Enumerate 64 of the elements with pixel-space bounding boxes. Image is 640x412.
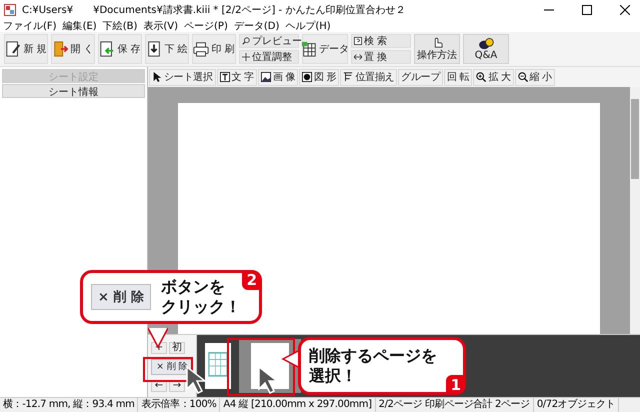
toolbar-button[interactable]: 位置調整 (239, 50, 299, 64)
toolbar-button[interactable]: データ (302, 34, 348, 64)
printer-icon (193, 41, 210, 57)
zoom-in-icon (476, 72, 486, 82)
step-badge: 2 (242, 270, 262, 290)
question-box-icon (354, 37, 362, 45)
toolbar-button[interactable]: Q&A (463, 34, 509, 64)
callout-text: 削除するページを (309, 346, 437, 366)
toolbar-button[interactable]: 検 索 (351, 34, 411, 48)
tool-button[interactable]: 文 字 (216, 68, 257, 86)
tool-button[interactable]: 拡 大 (473, 68, 514, 86)
toolbar-button[interactable]: プレビュー (239, 34, 299, 48)
tool-button[interactable]: グループ (398, 68, 443, 86)
new-document-icon (5, 41, 22, 57)
tool-button[interactable]: 縮 小 (514, 68, 555, 86)
tool-button[interactable]: 回 転 (444, 68, 472, 86)
toolbar-button[interactable]: 保 存 (98, 34, 142, 64)
close-icon[interactable] (620, 4, 630, 14)
tool-button[interactable]: シート選択 (149, 68, 216, 86)
callout-text: クリック！ (160, 297, 241, 317)
menu-item[interactable]: ファイル(F) (3, 18, 57, 32)
tool-button[interactable]: 画 像 (258, 68, 298, 86)
spreadsheet-icon (301, 41, 317, 57)
maximize-icon[interactable] (582, 4, 592, 14)
status-text: 2/2ページ 印刷ページ合計 2ページ (376, 398, 534, 412)
status-text: A4 縦 [210.00mm x 297.00mm] (220, 398, 376, 412)
callout-text: ボタンを (160, 277, 226, 297)
scrollbar[interactable] (630, 87, 640, 334)
status-text: 横：-12.7 mm, 縦：93.4 mm (0, 398, 138, 412)
menu-item[interactable]: 編集(E) (62, 18, 97, 32)
menu-item[interactable]: ヘルプ(H) (285, 18, 331, 32)
toolbar-button[interactable]: 置 換 (351, 50, 411, 64)
toolbar-button[interactable]: 新 規 (4, 34, 48, 64)
swap-arrows-icon (354, 53, 362, 61)
menu-item[interactable]: 下絵(B) (102, 18, 138, 32)
tool-button[interactable]: 図 形 (299, 68, 340, 86)
status-text: 表示倍率：100% (138, 398, 220, 412)
save-document-icon (99, 41, 116, 57)
tool-button[interactable]: 位置揃え (340, 68, 398, 86)
text-box-icon (220, 72, 230, 82)
step-badge: 1 (446, 375, 466, 395)
window-title: C:¥Users¥ ¥Documents¥請求書.kiii * [2/2ページ] - かんたん印刷位置合わせ２ (22, 4, 406, 16)
status-text: 0/72オブジェクト (534, 398, 620, 412)
menu-item[interactable]: ページ(P) (184, 18, 228, 32)
callout-text: 選択！ (309, 366, 358, 386)
align-icon (343, 72, 354, 82)
highlight-frame (227, 338, 295, 396)
menu-item[interactable]: データ(D) (234, 18, 280, 32)
image-icon (260, 72, 271, 82)
app-icon (4, 4, 16, 16)
shape-icon (302, 72, 312, 82)
toolbar-button[interactable]: 操作方法 (414, 34, 460, 64)
toolbar-button[interactable]: 下 絵 (145, 34, 189, 64)
cursor-icon (258, 366, 278, 394)
sidebar-tab[interactable]: シート情報 (2, 84, 145, 98)
cursor-arrow-icon (152, 72, 162, 82)
menu-item[interactable]: 表示(V) (143, 18, 178, 32)
delete-button-sample: × 削 除 (91, 284, 151, 310)
zoom-out-icon (518, 72, 528, 82)
toolbar-button[interactable]: 印 刷 (192, 34, 236, 64)
toolbar-button[interactable]: 開 く (51, 34, 95, 64)
strip-button[interactable]: 初 (169, 342, 185, 354)
folder-door-icon (52, 41, 68, 57)
magnifier-icon (242, 37, 250, 45)
